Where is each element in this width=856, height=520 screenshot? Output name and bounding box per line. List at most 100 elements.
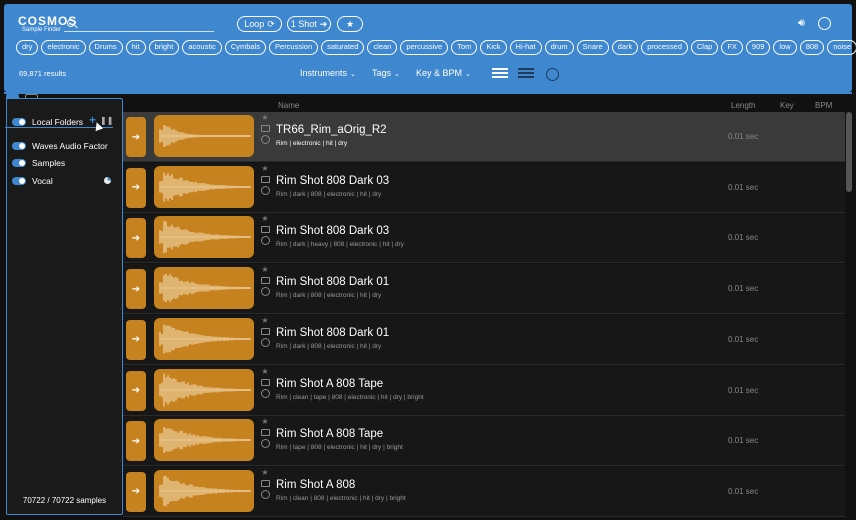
tag-filter-chip[interactable]: Drums bbox=[88, 40, 123, 55]
tag-filter-chip[interactable]: drum bbox=[544, 40, 574, 55]
tag-filter-chip[interactable]: 909 bbox=[745, 40, 771, 55]
export-icon[interactable] bbox=[260, 277, 270, 285]
tag-filter-chip[interactable]: electronic bbox=[41, 40, 86, 55]
play-button[interactable]: ➔ bbox=[126, 269, 146, 310]
waveform[interactable] bbox=[154, 216, 254, 259]
pause-scan-icon[interactable]: ❚❚ bbox=[100, 116, 113, 125]
user-icon[interactable] bbox=[818, 17, 831, 30]
export-icon[interactable] bbox=[260, 378, 270, 386]
similar-icon[interactable] bbox=[260, 337, 270, 347]
sample-row[interactable]: ➔ ★ Rim Shot 808 Dark 03 Rim | dark | 80… bbox=[123, 162, 845, 213]
list-view-icon[interactable] bbox=[492, 68, 508, 79]
tag-filter-chip[interactable]: dry bbox=[16, 40, 39, 55]
search-icon[interactable] bbox=[67, 19, 75, 27]
row-actions: ★ bbox=[260, 114, 270, 144]
waveform[interactable] bbox=[154, 115, 254, 157]
play-button[interactable]: ➔ bbox=[126, 117, 146, 157]
toggle-switch[interactable] bbox=[12, 118, 26, 126]
play-button[interactable]: ➔ bbox=[126, 471, 146, 512]
waveform[interactable] bbox=[154, 469, 254, 512]
play-button[interactable]: ➔ bbox=[126, 218, 146, 259]
sidebar-item-waves[interactable]: Waves Audio Factor bbox=[12, 141, 108, 151]
scrollbar[interactable] bbox=[846, 112, 852, 192]
similar-icon[interactable] bbox=[260, 135, 270, 144]
similar-icon[interactable] bbox=[260, 185, 270, 195]
export-icon[interactable] bbox=[260, 327, 270, 335]
sample-row[interactable]: ➔ ★ Rim Shot A 808 Tape Rim | tape | 808… bbox=[123, 416, 845, 467]
column-length[interactable]: Length bbox=[731, 101, 755, 110]
sample-row[interactable]: ➔ ★ Rim Shot A 808 Rim | clean | 808 | e… bbox=[123, 466, 845, 517]
search-input[interactable] bbox=[64, 31, 214, 32]
tag-filter-chip[interactable]: acoustic bbox=[182, 40, 222, 55]
volume-icon[interactable]: 🔊︎ bbox=[798, 17, 805, 30]
export-icon[interactable] bbox=[260, 175, 270, 183]
loop-button[interactable]: Loop ⟳ bbox=[237, 16, 282, 32]
tag-filter-chip[interactable]: Snare bbox=[576, 40, 609, 55]
similar-icon[interactable] bbox=[260, 388, 270, 398]
favorites-button[interactable]: ★ bbox=[337, 16, 363, 32]
tag-filter-chip[interactable]: processed bbox=[641, 40, 688, 55]
tag-filter-chip[interactable]: clean bbox=[367, 40, 398, 55]
play-button[interactable]: ➔ bbox=[126, 421, 146, 462]
tag-filter-chip[interactable]: Cymbals bbox=[224, 40, 267, 55]
sample-row[interactable]: ➔ ★ Rim Shot 808 Dark 01 Rim | dark | 80… bbox=[123, 314, 845, 365]
similarity-icon[interactable] bbox=[546, 68, 559, 81]
sidebar-item-samples[interactable]: Samples bbox=[12, 158, 65, 168]
star-icon[interactable]: ★ bbox=[261, 367, 268, 376]
export-icon[interactable] bbox=[260, 429, 270, 437]
waveform[interactable] bbox=[154, 368, 254, 411]
play-button[interactable]: ➔ bbox=[126, 370, 146, 411]
tags-dropdown[interactable]: Tags ⌄ bbox=[372, 68, 400, 78]
tag-filter-chip[interactable]: Clap bbox=[690, 40, 719, 55]
tag-filter-chip[interactable]: Hi-hat bbox=[509, 40, 542, 55]
tag-filter-chip[interactable]: 808 bbox=[799, 40, 825, 55]
waveform[interactable] bbox=[154, 317, 254, 360]
tag-filter-chip[interactable]: dark bbox=[611, 40, 639, 55]
compact-view-icon[interactable] bbox=[518, 68, 534, 79]
star-icon[interactable]: ★ bbox=[261, 418, 268, 426]
tag-filter-chip[interactable]: noise bbox=[827, 40, 856, 55]
similar-icon[interactable] bbox=[260, 489, 270, 499]
similar-icon[interactable] bbox=[260, 287, 270, 297]
toggle-switch[interactable] bbox=[12, 159, 26, 167]
star-icon[interactable]: ★ bbox=[261, 468, 268, 477]
tag-filter-chip[interactable]: Percussion bbox=[269, 40, 319, 55]
star-icon[interactable]: ★ bbox=[261, 215, 268, 223]
star-icon[interactable]: ★ bbox=[261, 114, 268, 122]
sample-row[interactable]: ➔ ★ Rim Shot A 808 Tape Rim | clean | ta… bbox=[123, 365, 845, 416]
column-name[interactable]: Name bbox=[278, 101, 299, 110]
sample-row[interactable]: ➔ ★ Rim Shot 808 Dark 03 Rim | dark | he… bbox=[123, 213, 845, 264]
export-icon[interactable] bbox=[260, 226, 270, 234]
sample-row[interactable]: ➔ ★ TR66_Rim_aOrig_R2 Rim | electronic |… bbox=[123, 112, 845, 162]
waveform[interactable] bbox=[154, 267, 254, 310]
sidebar-item-vocal[interactable]: Vocal bbox=[12, 176, 53, 186]
tag-filter-chip[interactable]: percussive bbox=[400, 40, 449, 55]
column-bpm[interactable]: BPM bbox=[815, 101, 832, 110]
toggle-switch[interactable] bbox=[12, 142, 26, 150]
star-icon[interactable]: ★ bbox=[261, 266, 268, 274]
instruments-dropdown[interactable]: Instruments ⌄ bbox=[300, 68, 356, 78]
star-icon[interactable]: ★ bbox=[261, 316, 268, 325]
similar-icon[interactable] bbox=[260, 236, 270, 246]
key-bpm-dropdown[interactable]: Key & BPM ⌄ bbox=[416, 68, 471, 78]
waveform[interactable] bbox=[154, 165, 254, 208]
oneshot-button[interactable]: 1 Shot ➔ bbox=[287, 16, 331, 32]
play-button[interactable]: ➔ bbox=[126, 319, 146, 360]
star-icon[interactable]: ★ bbox=[261, 164, 268, 173]
tag-filter-chip[interactable]: low bbox=[773, 40, 797, 55]
sidebar-item-local-folders[interactable]: Local Folders bbox=[12, 117, 83, 127]
export-icon[interactable] bbox=[260, 125, 270, 132]
tag-filter-chip[interactable]: Kick bbox=[480, 40, 507, 55]
sample-row[interactable]: ➔ ★ Rim Shot 808 Dark 01 Rim | dark | 80… bbox=[123, 264, 845, 315]
tag-filter-chip[interactable]: Tom bbox=[451, 40, 478, 55]
toggle-switch[interactable] bbox=[12, 177, 26, 185]
similar-icon[interactable] bbox=[260, 439, 270, 449]
tag-filter-chip[interactable]: FX bbox=[721, 40, 743, 55]
tag-filter-chip[interactable]: saturated bbox=[321, 40, 365, 55]
tag-filter-chip[interactable]: bright bbox=[148, 40, 180, 55]
column-key[interactable]: Key bbox=[780, 101, 794, 110]
tag-filter-chip[interactable]: hit bbox=[125, 40, 146, 55]
waveform[interactable] bbox=[154, 419, 254, 462]
play-button[interactable]: ➔ bbox=[126, 167, 146, 208]
export-icon[interactable] bbox=[260, 479, 270, 487]
